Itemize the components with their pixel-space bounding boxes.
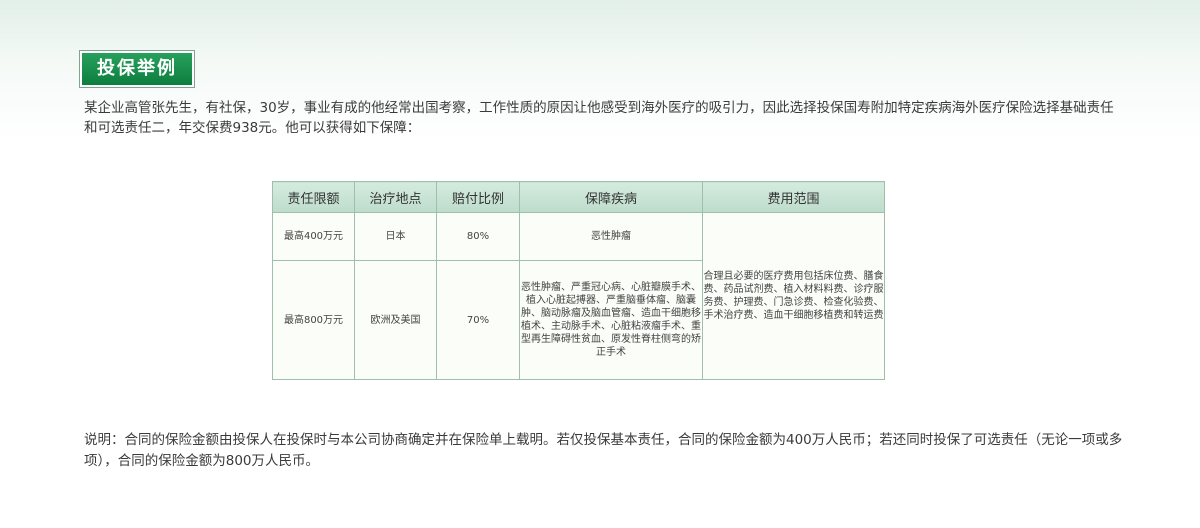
table-row: 最高400万元 日本 80% 恶性肿瘤 合理且必要的医疗费用包括床位费、膳食费、… <box>272 212 885 380</box>
note-paragraph: 说明：合同的保险金额由投保人在投保时与本公司协商确定并在保险单上载明。若仅投保基… <box>84 432 1123 469</box>
header-fee-scope: 费用范围 <box>702 181 885 213</box>
cell-disease: 恶性肿瘤、严重冠心病、心脏瓣膜手术、植入心脏起搏器、严重脑垂体瘤、脑囊肿、脑动脉… <box>519 260 703 380</box>
section-title-badge: 投保举例 <box>79 50 195 88</box>
cell-ratio: 70% <box>436 260 520 380</box>
cell-limit: 最高800万元 <box>272 260 355 380</box>
header-location: 治疗地点 <box>354 181 437 213</box>
table-header-row: 责任限额 治疗地点 赔付比例 保障疾病 费用范围 <box>272 181 885 213</box>
header-disease: 保障疾病 <box>519 181 703 213</box>
cell-location: 欧洲及美国 <box>354 260 437 380</box>
header-limit: 责任限额 <box>272 181 355 213</box>
section-title: 投保举例 <box>82 53 192 85</box>
cell-limit: 最高400万元 <box>272 212 355 261</box>
cell-ratio: 80% <box>436 212 520 261</box>
intro-paragraph: 某企业高管张先生，有社保，30岁，事业有成的他经常出国考察，工作性质的原因让他感… <box>84 100 1114 136</box>
cell-disease: 恶性肿瘤 <box>519 212 703 261</box>
coverage-table: 责任限额 治疗地点 赔付比例 保障疾病 费用范围 最高400万元 日本 80% … <box>272 181 885 380</box>
cell-location: 日本 <box>354 212 437 261</box>
header-ratio: 赔付比例 <box>436 181 520 213</box>
cell-fee-scope: 合理且必要的医疗费用包括床位费、膳食费、药品试剂费、植入材料料费、诊疗服务费、护… <box>702 212 885 380</box>
